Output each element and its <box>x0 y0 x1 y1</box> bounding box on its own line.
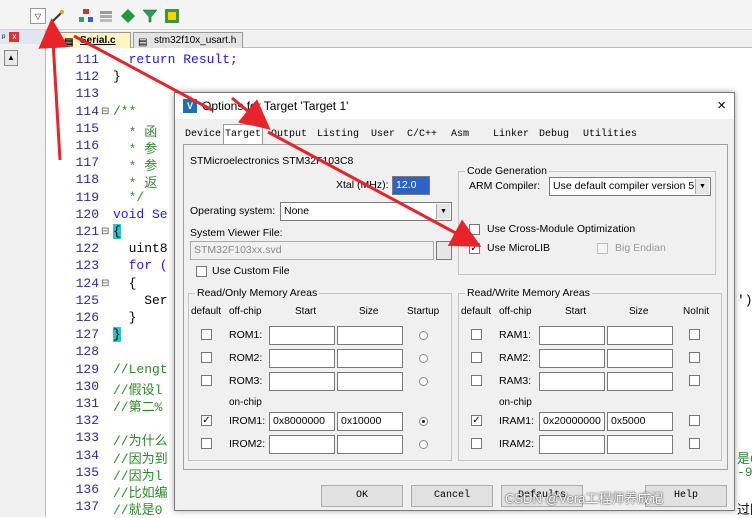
arrow-to-microlib <box>267 130 482 247</box>
arrow-to-target-tab <box>231 96 271 130</box>
watermark: CSDN @Vera工程师养成记 <box>505 491 664 506</box>
annotation-arrows <box>38 18 482 247</box>
arrow-segment <box>73 34 213 112</box>
arrow-to-options-icon <box>38 18 69 161</box>
